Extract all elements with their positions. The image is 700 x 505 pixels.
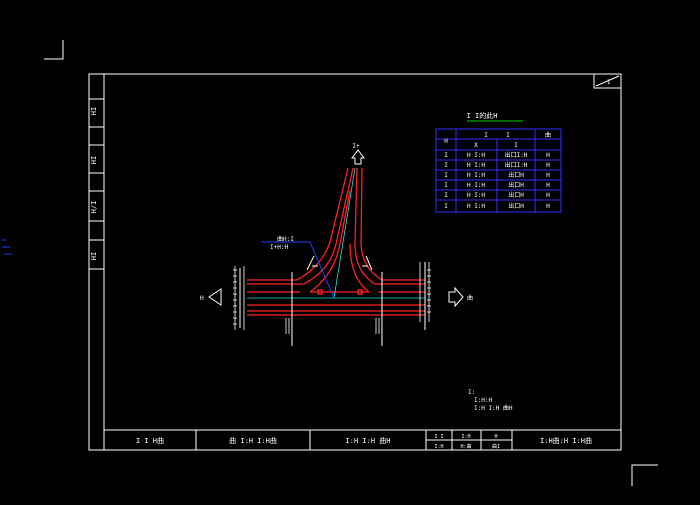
svg-text:出口H: 出口H [508,202,524,210]
drawing-canvas: I HI HI H/I HI I I的此H H I I 曲 X I I H I:… [2,40,658,486]
callout-line-1: 曲H:I [277,235,294,243]
title-block-cell-4a: I I [434,434,443,440]
title-block-cell-6a: H [494,434,497,440]
svg-text:出口I:H: 出口I:H [505,161,528,169]
table-header-1: H [444,138,448,145]
side-tabs: HI HI H/I HI [88,98,105,270]
note-line-1: I: [468,389,475,396]
svg-text:I: I [444,172,448,179]
drawing-border [88,73,622,451]
note-line-2: I:H:H [474,397,492,404]
north-arrow-icon: I+ [351,143,365,165]
title-block: I I H曲 曲 I:H I:H曲 I:H I:H 曲H I I I:H I:H… [103,429,622,451]
svg-text:H I:H: H I:H [467,162,485,169]
svg-text:H: H [546,192,550,199]
svg-text:出口H: 出口H [508,191,524,199]
right-direction-label: 曲 [467,294,473,302]
stray-marks [2,239,12,255]
svg-text:H: H [546,152,550,159]
station-ticks-left [233,266,245,330]
table-header-3: I [506,132,510,139]
table-title: I I的此H [467,111,498,120]
svg-text:出口H: 出口H [508,181,524,189]
svg-text:I: I [444,192,448,199]
svg-text:H: H [546,162,550,169]
title-block-cell-5b: H:曲 [460,443,471,450]
callout-line-2: I+H:H [270,244,288,251]
table-header-2: I [484,132,488,139]
crop-mark-top-left [44,40,64,60]
side-tab-4: HI [90,252,98,260]
right-direction-arrow-icon: 曲 [448,286,473,308]
title-block-cell-5a: I:H [461,434,470,440]
svg-text:H I:H: H I:H [467,152,485,159]
svg-text:H I:H: H I:H [467,192,485,199]
svg-text:出口H: 出口H [508,171,524,179]
corner-box: I [593,73,622,89]
svg-text:I: I [444,152,448,159]
note-line-3: I:H I:H 曲H [474,404,513,412]
svg-text:I: I [444,182,448,189]
crop-mark-bottom-right [631,464,658,486]
svg-text:H: H [546,203,550,210]
svg-text:I: I [444,162,448,169]
title-block-cell-3: I:H I:H 曲H [346,436,391,445]
intersection-plan: 曲H:I I+H:H [233,167,431,346]
svg-text:H: H [546,172,550,179]
title-block-cell-4b: I:H [434,444,443,450]
side-tab-3: H/I [90,201,98,214]
side-tab-2: HI [90,156,98,164]
svg-text:H I:H: H I:H [467,172,485,179]
table-subheader-1: X [474,142,478,149]
svg-text:H: H [546,182,550,189]
table-subheader-2: I [514,142,518,149]
title-block-cell-2: 曲 I:H I:H曲 [229,436,277,445]
svg-text:H I:H: H I:H [467,182,485,189]
parameter-table: I I的此H H I I 曲 X I I H I:H 出口I:H H I H I… [435,111,562,213]
left-direction-arrow-icon: H [200,288,222,306]
corner-label: I [607,79,611,86]
north-label: I+ [352,143,360,150]
title-block-cell-1: I I H曲 [136,436,164,445]
drawing-notes: I: I:H:H I:H I:H 曲H [468,389,513,412]
svg-text:I: I [444,203,448,210]
table-header-4: 曲 [545,131,551,139]
svg-text:H I:H: H I:H [467,203,485,210]
side-tab-1: HI [90,107,98,115]
station-ticks-bottom [285,318,380,334]
title-block-cell-6b: 曲I [492,443,500,450]
title-block-cell-7: I:H曲:H I:H曲 [540,436,592,445]
left-direction-label: H [200,295,204,302]
svg-text:出口I:H: 出口I:H [505,151,528,159]
